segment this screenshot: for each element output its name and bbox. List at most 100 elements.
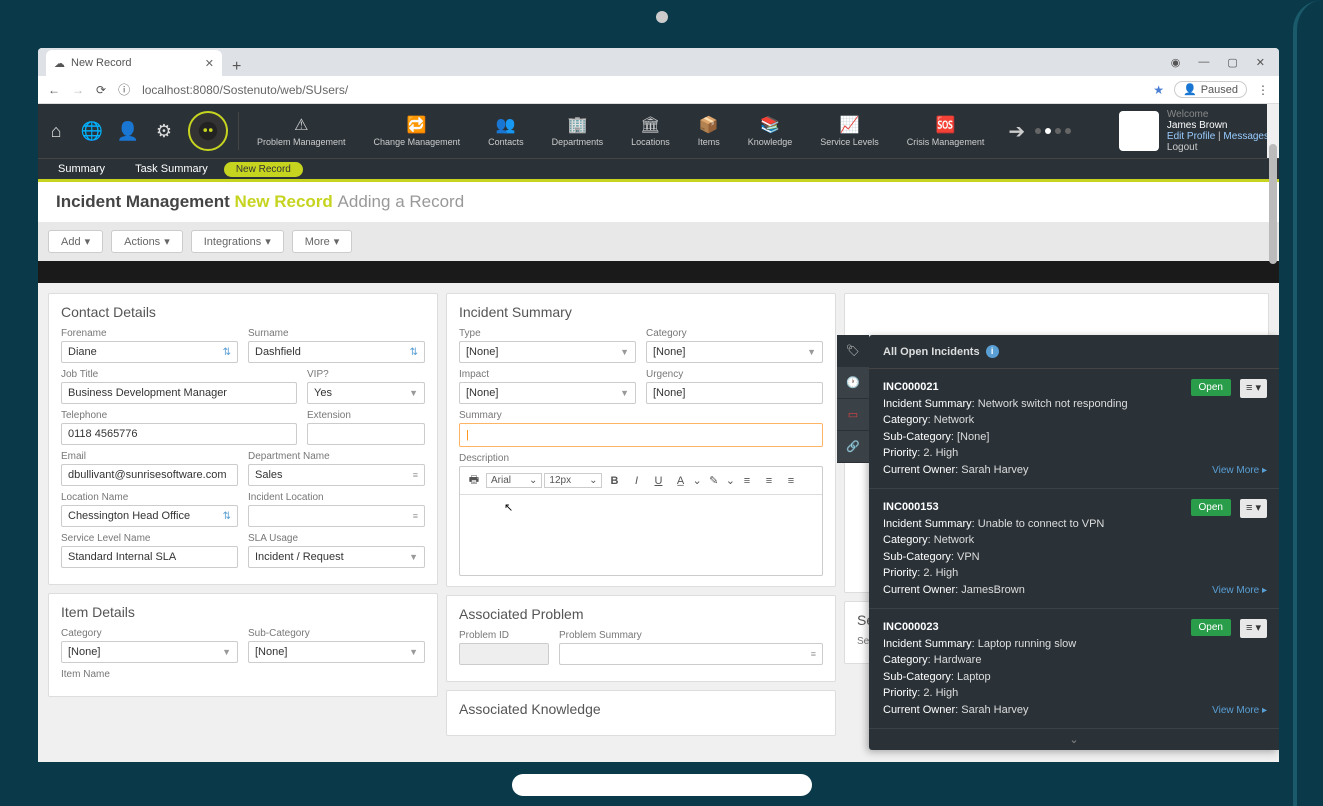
view-more-link[interactable]: View More ▸ — [1212, 583, 1267, 598]
nav-locations[interactable]: 🏛Locations — [617, 104, 684, 158]
info-icon[interactable]: i — [986, 345, 999, 358]
italic-button[interactable]: I — [626, 475, 646, 487]
surname-field[interactable]: Dashfield⇅ — [248, 341, 425, 363]
forename-field[interactable]: Diane⇅ — [61, 341, 238, 363]
summary-input[interactable]: | — [459, 423, 823, 447]
lookup-icon[interactable]: ⇅ — [410, 347, 418, 358]
tab-summary[interactable]: Summary — [44, 159, 119, 179]
incident-menu-button[interactable]: ≡▾ — [1240, 619, 1267, 638]
incident-menu-button[interactable]: ≡▾ — [1240, 379, 1267, 398]
nav-departments[interactable]: 🏢Departments — [538, 104, 618, 158]
close-tab-icon[interactable]: ✕ — [205, 57, 214, 70]
page-scrollbar[interactable] — [1267, 104, 1279, 158]
sla-usage-select[interactable]: Incident / Request▼ — [248, 546, 425, 568]
nav-service-levels[interactable]: 📈Service Levels — [806, 104, 893, 158]
highlight-button[interactable]: ✎ — [704, 474, 724, 487]
vip-select[interactable]: Yes▼ — [307, 382, 425, 404]
list-icon[interactable]: ≡ — [413, 470, 418, 480]
browser-menu-icon[interactable]: ⋮ — [1257, 83, 1269, 97]
user-avatar[interactable] — [1119, 111, 1159, 151]
more-button[interactable]: More▾ — [292, 230, 353, 253]
incident-card[interactable]: INC000153 Incident Summary: Unable to co… — [869, 489, 1279, 609]
item-subcategory-select[interactable]: [None]▼ — [248, 641, 425, 663]
extension-field[interactable] — [307, 423, 425, 445]
department-field[interactable]: Sales≡ — [248, 464, 425, 486]
align-left-button[interactable]: ≡ — [737, 475, 757, 487]
bookmark-star-icon[interactable]: ★ — [1153, 83, 1164, 97]
tab-task-summary[interactable]: Task Summary — [121, 159, 222, 179]
new-tab-button[interactable]: + — [222, 58, 251, 76]
lookup-icon[interactable]: ⇅ — [223, 511, 231, 522]
side-tab-link[interactable]: 🔗 — [837, 431, 869, 463]
gauge-icon: 📈 — [840, 115, 860, 135]
sla-field[interactable]: Standard Internal SLA — [61, 546, 238, 568]
actions-button[interactable]: Actions▾ — [111, 230, 183, 253]
add-button[interactable]: Add▾ — [48, 230, 103, 253]
list-icon[interactable]: ≡ — [811, 649, 816, 659]
chevron-down-icon[interactable]: ⌄ — [692, 474, 701, 487]
sla-usage-label: SLA Usage — [248, 533, 425, 544]
print-icon[interactable]: 🖶 — [464, 471, 484, 490]
nav-crisis-management[interactable]: 🆘Crisis Management — [893, 104, 999, 158]
lookup-icon[interactable]: ⇅ — [223, 347, 231, 358]
side-tab-clock[interactable]: 🕐 — [837, 367, 869, 399]
incident-menu-button[interactable]: ≡▾ — [1240, 499, 1267, 518]
incident-card[interactable]: INC000023 Incident Summary: Laptop runni… — [869, 609, 1279, 729]
agent-avatar-icon[interactable] — [188, 111, 228, 151]
url-text[interactable]: localhost:8080/Sostenuto/web/SUsers/ — [142, 83, 348, 97]
type-select[interactable]: [None]▼ — [459, 341, 636, 363]
edit-profile-link[interactable]: Edit Profile — [1167, 131, 1215, 142]
underline-button[interactable]: U — [648, 475, 668, 487]
incident-card[interactable]: INC000021 Incident Summary: Network swit… — [869, 369, 1279, 489]
nav-change-management[interactable]: 🔁Change Management — [360, 104, 475, 158]
globe-icon[interactable]: 🌐 — [74, 104, 110, 158]
telephone-field[interactable]: 0118 4565776 — [61, 423, 297, 445]
list-icon[interactable]: ≡ — [413, 511, 418, 521]
gear-icon[interactable]: ⚙ — [146, 104, 182, 158]
home-icon[interactable]: ⌂ — [38, 104, 74, 158]
messages-link[interactable]: Messages — [1223, 131, 1269, 142]
reload-icon[interactable]: ⟳ — [96, 83, 106, 97]
forward-icon[interactable]: → — [72, 83, 84, 97]
nav-scroll-right-icon[interactable]: ➔ — [998, 119, 1035, 144]
person-icon[interactable]: 👤 — [110, 104, 146, 158]
jobtitle-field[interactable]: Business Development Manager — [61, 382, 297, 404]
font-family-select[interactable]: Arial⌄ — [486, 473, 542, 488]
email-field[interactable]: dbullivant@sunrisesoftware.com — [61, 464, 238, 486]
font-size-select[interactable]: 12px⌄ — [544, 473, 602, 488]
extension-icon[interactable]: ◉ — [1171, 56, 1181, 69]
site-info-icon[interactable]: ⓘ — [118, 81, 130, 98]
side-panel-expand[interactable]: ⌄ — [869, 729, 1279, 750]
view-more-link[interactable]: View More ▸ — [1212, 463, 1267, 478]
view-more-link[interactable]: View More ▸ — [1212, 703, 1267, 718]
side-tab-doc[interactable]: ▭ — [837, 399, 869, 431]
nav-contacts[interactable]: 👥Contacts — [474, 104, 538, 158]
profile-paused-chip[interactable]: 👤 Paused — [1174, 81, 1247, 98]
side-tab-tag[interactable]: 🏷 — [837, 335, 869, 367]
problem-id-field[interactable] — [459, 643, 549, 665]
browser-tab[interactable]: ☁ New Record ✕ — [46, 50, 222, 76]
close-window-icon[interactable]: ✕ — [1256, 56, 1265, 69]
align-right-button[interactable]: ≡ — [781, 475, 801, 487]
minimize-icon[interactable]: — — [1198, 56, 1209, 68]
urgency-select[interactable]: [None] — [646, 382, 823, 404]
back-icon[interactable]: ← — [48, 83, 60, 97]
location-field[interactable]: Chessington Head Office⇅ — [61, 505, 238, 527]
item-category-select[interactable]: [None]▼ — [61, 641, 238, 663]
impact-select[interactable]: [None]▼ — [459, 382, 636, 404]
bold-button[interactable]: B — [604, 475, 624, 487]
align-center-button[interactable]: ≡ — [759, 475, 779, 487]
incident-location-field[interactable]: ≡ — [248, 505, 425, 527]
integrations-button[interactable]: Integrations▾ — [191, 230, 284, 253]
nav-items[interactable]: 📦Items — [684, 104, 734, 158]
description-textarea[interactable]: ↖ — [460, 495, 822, 575]
nav-problem-management[interactable]: ⚠Problem Management — [243, 104, 360, 158]
logout-link[interactable]: Logout — [1167, 142, 1269, 153]
nav-knowledge[interactable]: 📚Knowledge — [734, 104, 807, 158]
problem-summary-field[interactable]: ≡ — [559, 643, 823, 665]
maximize-icon[interactable]: ▢ — [1227, 56, 1237, 69]
chevron-down-icon[interactable]: ⌄ — [726, 474, 735, 487]
category-select[interactable]: [None]▼ — [646, 341, 823, 363]
text-color-button[interactable]: A̲ — [670, 475, 690, 487]
tab-new-record[interactable]: New Record — [224, 162, 303, 177]
